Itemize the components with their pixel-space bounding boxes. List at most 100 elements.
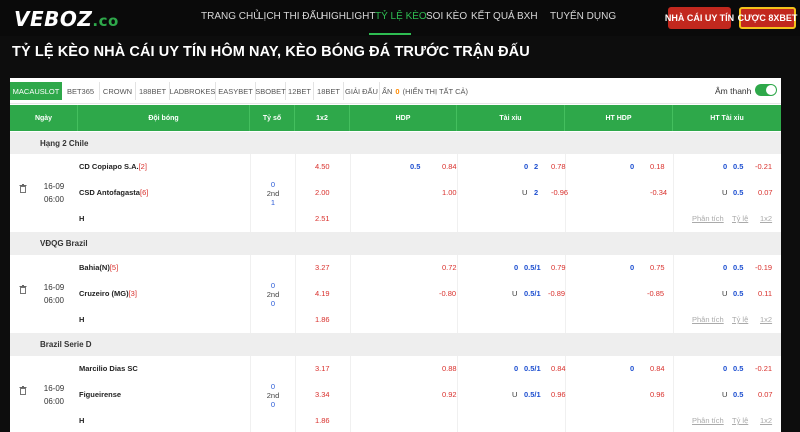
odds-1x2-home[interactable]: 3.27 — [315, 263, 330, 272]
col-over-under: Tài xỉu — [457, 105, 565, 131]
sound-label: Âm thanh — [715, 86, 752, 96]
nav-standings[interactable]: BXH — [517, 11, 538, 22]
hdp-home-odds[interactable]: 0.72 — [442, 263, 457, 272]
trusted-bookmaker-button[interactable]: NHÀ CÁI UY TÍN — [665, 7, 734, 29]
home-team[interactable]: CD Copiapo S.A.[2] — [79, 162, 147, 171]
analysis-link[interactable]: Phân tích — [692, 315, 724, 324]
ou-over-odds[interactable]: 0.84 — [551, 364, 566, 373]
ou-under-odds[interactable]: -0.89 — [548, 289, 565, 298]
tab-188bet[interactable]: 188BET — [136, 82, 170, 100]
match-period: 2nd — [266, 189, 280, 198]
nav-recruitment[interactable]: TUYỂN DỤNG — [550, 11, 616, 22]
x12-link[interactable]: 1x2 — [760, 315, 772, 324]
hdp-away-odds[interactable]: -0.80 — [439, 289, 456, 298]
odds-link[interactable]: Tỷ lệ — [732, 214, 748, 223]
ht-hdp-away-odds[interactable]: 0.96 — [650, 390, 665, 399]
away-team[interactable]: Cruzeiro (MG)[3] — [79, 289, 137, 298]
ht-ou-under-side: U — [722, 289, 728, 298]
tab-easybet[interactable]: EASYBET — [216, 82, 256, 100]
ou-line: 2 — [534, 188, 539, 197]
analysis-link[interactable]: Phân tích — [692, 214, 724, 223]
odds-1x2-away[interactable]: 3.34 — [315, 390, 330, 399]
odds-1x2-home[interactable]: 4.50 — [315, 162, 330, 171]
ou-over-odds[interactable]: 0.78 — [551, 162, 566, 171]
ht-ou-under-odds[interactable]: 0.07 — [758, 390, 773, 399]
odds-1x2-home[interactable]: 3.17 — [315, 364, 330, 373]
odds-1x2-away[interactable]: 2.00 — [315, 188, 330, 197]
ht-hdp-away-odds[interactable]: -0.34 — [650, 188, 667, 197]
tab-leagues[interactable]: GIẢI ĐẤU — [344, 82, 380, 100]
away-team[interactable]: Figueirense — [79, 390, 121, 399]
tab-macauslot[interactable]: MACAUSLOT — [10, 82, 62, 100]
ht-hdp-home-odds[interactable]: 0.18 — [650, 162, 665, 171]
home-team[interactable]: Bahia(N)[5] — [79, 263, 118, 272]
ht-ou-under-odds[interactable]: 0.11 — [758, 289, 772, 298]
ht-ou-under-side: U — [722, 390, 728, 399]
site-logo[interactable]: VEBOZ.co — [14, 7, 119, 31]
ou-under-odds[interactable]: -0.96 — [551, 188, 568, 197]
ht-hdp-away-odds[interactable]: -0.85 — [647, 289, 664, 298]
nav-odds[interactable]: TỶ LỆ KÈO — [375, 11, 427, 22]
hdp-home-odds[interactable]: 0.84 — [442, 162, 457, 171]
tab-sbobet[interactable]: SBOBET — [255, 82, 286, 100]
score-home: 0 — [270, 180, 276, 189]
hdp-line: 0.5 — [410, 162, 421, 171]
trash-icon[interactable] — [19, 285, 27, 294]
hidden-matches-toggle[interactable]: ẨN 0 (HIỂN THỊ TẤT CẢ) — [380, 82, 470, 100]
odds-1x2-draw[interactable]: 2.51 — [315, 214, 330, 223]
sound-toggle[interactable] — [755, 84, 777, 96]
col-date: Ngày — [10, 105, 78, 131]
tab-bet365[interactable]: BET365 — [62, 82, 100, 100]
ou-side: 0 — [514, 364, 519, 373]
nav-home[interactable]: TRANG CHỦ — [201, 11, 260, 22]
tab-crown[interactable]: CROWN — [100, 82, 136, 100]
match-period: 2nd — [266, 391, 280, 400]
odds-link[interactable]: Tỷ lệ — [732, 315, 748, 324]
nav-predictions[interactable]: SOI KÈO — [426, 11, 467, 22]
ht-ou-over-odds[interactable]: -0.21 — [755, 364, 772, 373]
odds-1x2-away[interactable]: 4.19 — [315, 289, 330, 298]
x12-link[interactable]: 1x2 — [760, 416, 772, 425]
analysis-link[interactable]: Phân tích — [692, 416, 724, 425]
odds-1x2-draw[interactable]: 1.86 — [315, 315, 330, 324]
col-teams: Đội bóng — [78, 105, 250, 131]
tab-12bet[interactable]: 12BET — [286, 82, 314, 100]
score-away: 0 — [270, 299, 276, 308]
nav-highlight[interactable]: HIGHLIGHT — [321, 11, 375, 22]
col-hdp: HDP — [350, 105, 457, 131]
hdp-away-odds[interactable]: 0.92 — [442, 390, 457, 399]
tab-ladbrokes[interactable]: LADBROKES — [170, 82, 216, 100]
hdp-home-odds[interactable]: 0.88 — [442, 364, 457, 373]
ht-hdp-line: 0 — [630, 263, 635, 272]
ht-hdp-home-odds[interactable]: 0.75 — [650, 263, 665, 272]
hdp-away-odds[interactable]: 1.00 — [442, 188, 457, 197]
ht-ou-line: 0.5 — [733, 289, 744, 298]
nav-results[interactable]: KẾT QUẢ — [471, 11, 515, 22]
ht-ou-over-odds[interactable]: -0.19 — [755, 263, 772, 272]
away-team[interactable]: CSD Antofagasta[6] — [79, 188, 148, 197]
trash-icon[interactable] — [19, 386, 27, 395]
home-team[interactable]: Marcilio Dias SC — [79, 364, 138, 373]
ou-under-odds[interactable]: 0.96 — [551, 390, 566, 399]
ou-over-odds[interactable]: 0.79 — [551, 263, 566, 272]
ou-line: 0.5/1 — [524, 364, 541, 373]
ht-hdp-home-odds[interactable]: 0.84 — [650, 364, 665, 373]
ht-ou-under-odds[interactable]: 0.07 — [758, 188, 773, 197]
ht-ou-over-odds[interactable]: -0.21 — [755, 162, 772, 171]
match-date: 16-09 — [43, 283, 65, 292]
ht-ou-line: 0.5 — [733, 364, 744, 373]
league-row: VĐQG Brazil — [10, 232, 781, 256]
odds-link[interactable]: Tỷ lệ — [732, 416, 748, 425]
x12-link[interactable]: 1x2 — [760, 214, 772, 223]
ht-ou-line: 0.5 — [733, 188, 744, 197]
match-block: 16-09 06:00 CD Copiapo S.A.[2] CSD Antof… — [10, 154, 781, 232]
match-block: 16-09 06:00 Bahia(N)[5] Cruzeiro (MG)[3]… — [10, 255, 781, 333]
ht-ou-under-side: U — [722, 188, 728, 197]
col-score: Tỷ số — [250, 105, 295, 131]
odds-1x2-draw[interactable]: 1.86 — [315, 416, 330, 425]
tab-18bet[interactable]: 18BET — [314, 82, 344, 100]
trash-icon[interactable] — [19, 184, 27, 193]
ou-line: 2 — [534, 162, 539, 171]
bet-8xbet-button[interactable]: CƯỢC 8XBET — [738, 7, 797, 29]
nav-schedule[interactable]: LỊCH THI ĐẤU — [258, 11, 323, 22]
